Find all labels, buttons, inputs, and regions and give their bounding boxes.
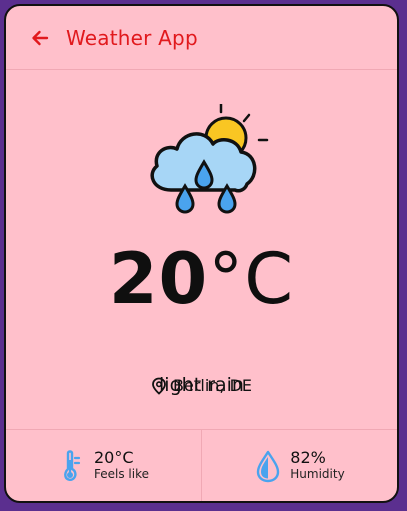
arrow-left-icon[interactable] (30, 28, 50, 48)
app-title: Weather App (66, 25, 198, 50)
humidity-text: 82% Humidity (290, 449, 344, 481)
weather-card: Weather App 20°C light rain Berlin, DE 2… (4, 4, 399, 503)
humidity-label: Humidity (290, 466, 345, 481)
feels-like-stat: 20°C Feels like (6, 430, 201, 501)
rain-cloud-sun-icon (141, 102, 271, 224)
app-header: Weather App (6, 6, 397, 70)
feels-like-label: Feels like (94, 466, 149, 481)
feels-like-value: 20°C (94, 448, 134, 468)
map-pin-icon (151, 377, 167, 395)
thermometer-icon (58, 449, 86, 483)
droplet-icon (254, 449, 282, 483)
humidity-value: 82% (290, 448, 326, 468)
temperature-unit: °C (208, 238, 295, 320)
location: Berlin, DE (6, 376, 397, 395)
temperature: 20°C (6, 238, 397, 320)
location-text: Berlin, DE (172, 376, 253, 395)
weather-main: 20°C light rain Berlin, DE (6, 70, 397, 432)
feels-like-text: 20°C Feels like (94, 449, 149, 481)
temperature-value: 20 (108, 238, 209, 320)
stats-footer: 20°C Feels like 82% Humidity (6, 429, 397, 501)
humidity-stat: 82% Humidity (201, 430, 397, 501)
